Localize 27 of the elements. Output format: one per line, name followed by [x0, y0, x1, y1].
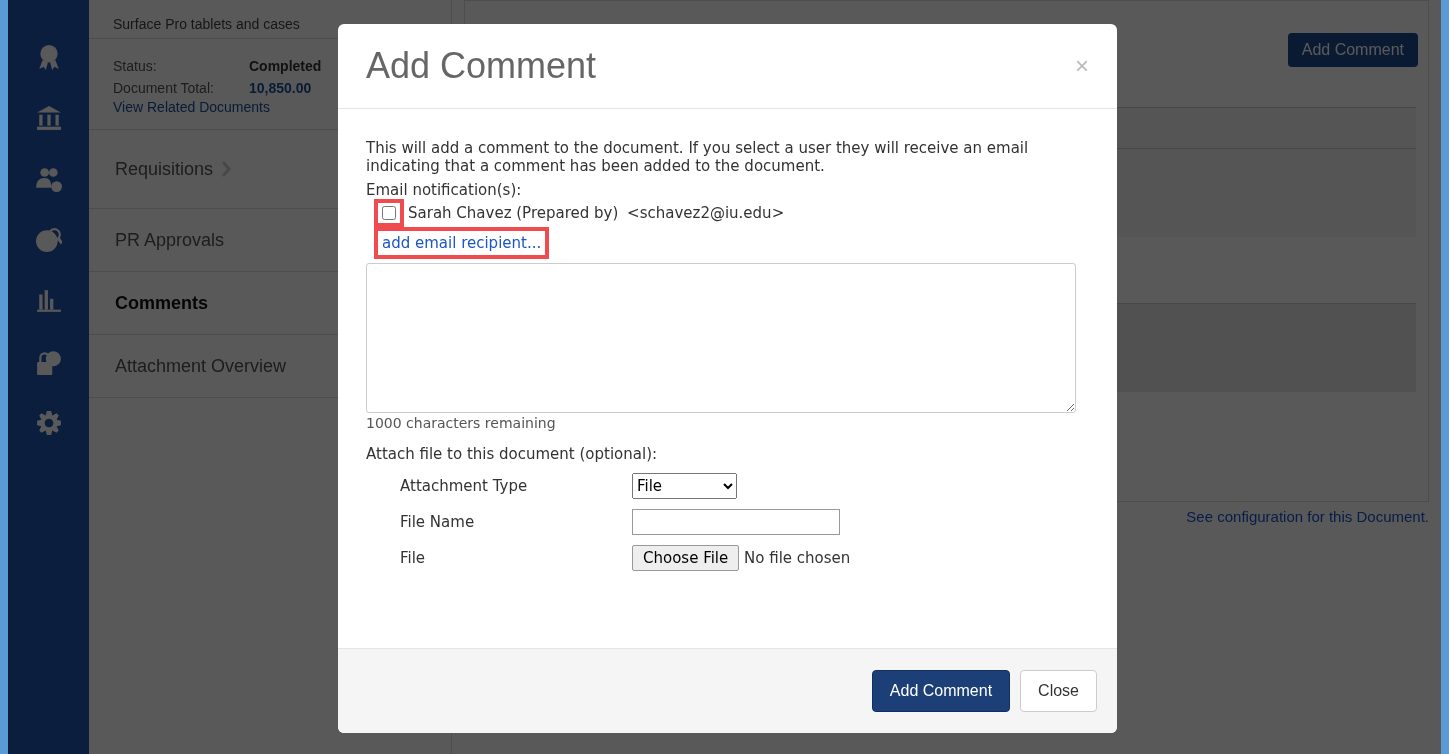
close-button[interactable]: Close: [1020, 670, 1097, 712]
recipient-email: <schavez2@iu.edu>: [626, 204, 785, 222]
dialog-title: Add Comment: [366, 45, 597, 87]
lock-gear-icon[interactable]: [35, 349, 62, 375]
bar-chart-icon[interactable]: [35, 288, 62, 314]
settings-icon[interactable]: [35, 410, 62, 436]
bank-icon[interactable]: [35, 105, 62, 131]
add-comment-button[interactable]: Add Comment: [1287, 33, 1418, 67]
characters-remaining: 1000 characters remaining: [366, 415, 557, 431]
comment-field[interactable]: [366, 263, 1076, 413]
field-label: File: [400, 549, 427, 567]
file-status: No file chosen: [744, 549, 851, 567]
configuration-link[interactable]: See configuration for this Document.: [1186, 508, 1429, 525]
field-label: Attachment Type: [400, 477, 529, 495]
summary-value: Completed: [249, 57, 322, 76]
attach-label: Attach file to this document (optional):: [366, 445, 659, 463]
field-label: File Name: [400, 513, 476, 531]
recipient-checkbox[interactable]: [382, 206, 396, 220]
type-select[interactable]: File: [632, 473, 737, 499]
add-comment-button[interactable]: Add Comment: [871, 670, 1011, 712]
file-name-field[interactable]: [632, 509, 840, 535]
choose-file-button[interactable]: Choose File: [632, 545, 740, 571]
summary-label: Status:: [113, 57, 158, 76]
related-documents-link[interactable]: View Related Documents: [113, 99, 270, 115]
users-icon[interactable]: [35, 166, 62, 192]
summary-label: Document Total:: [113, 79, 215, 98]
summary-value: 10,850.00: [249, 79, 312, 98]
